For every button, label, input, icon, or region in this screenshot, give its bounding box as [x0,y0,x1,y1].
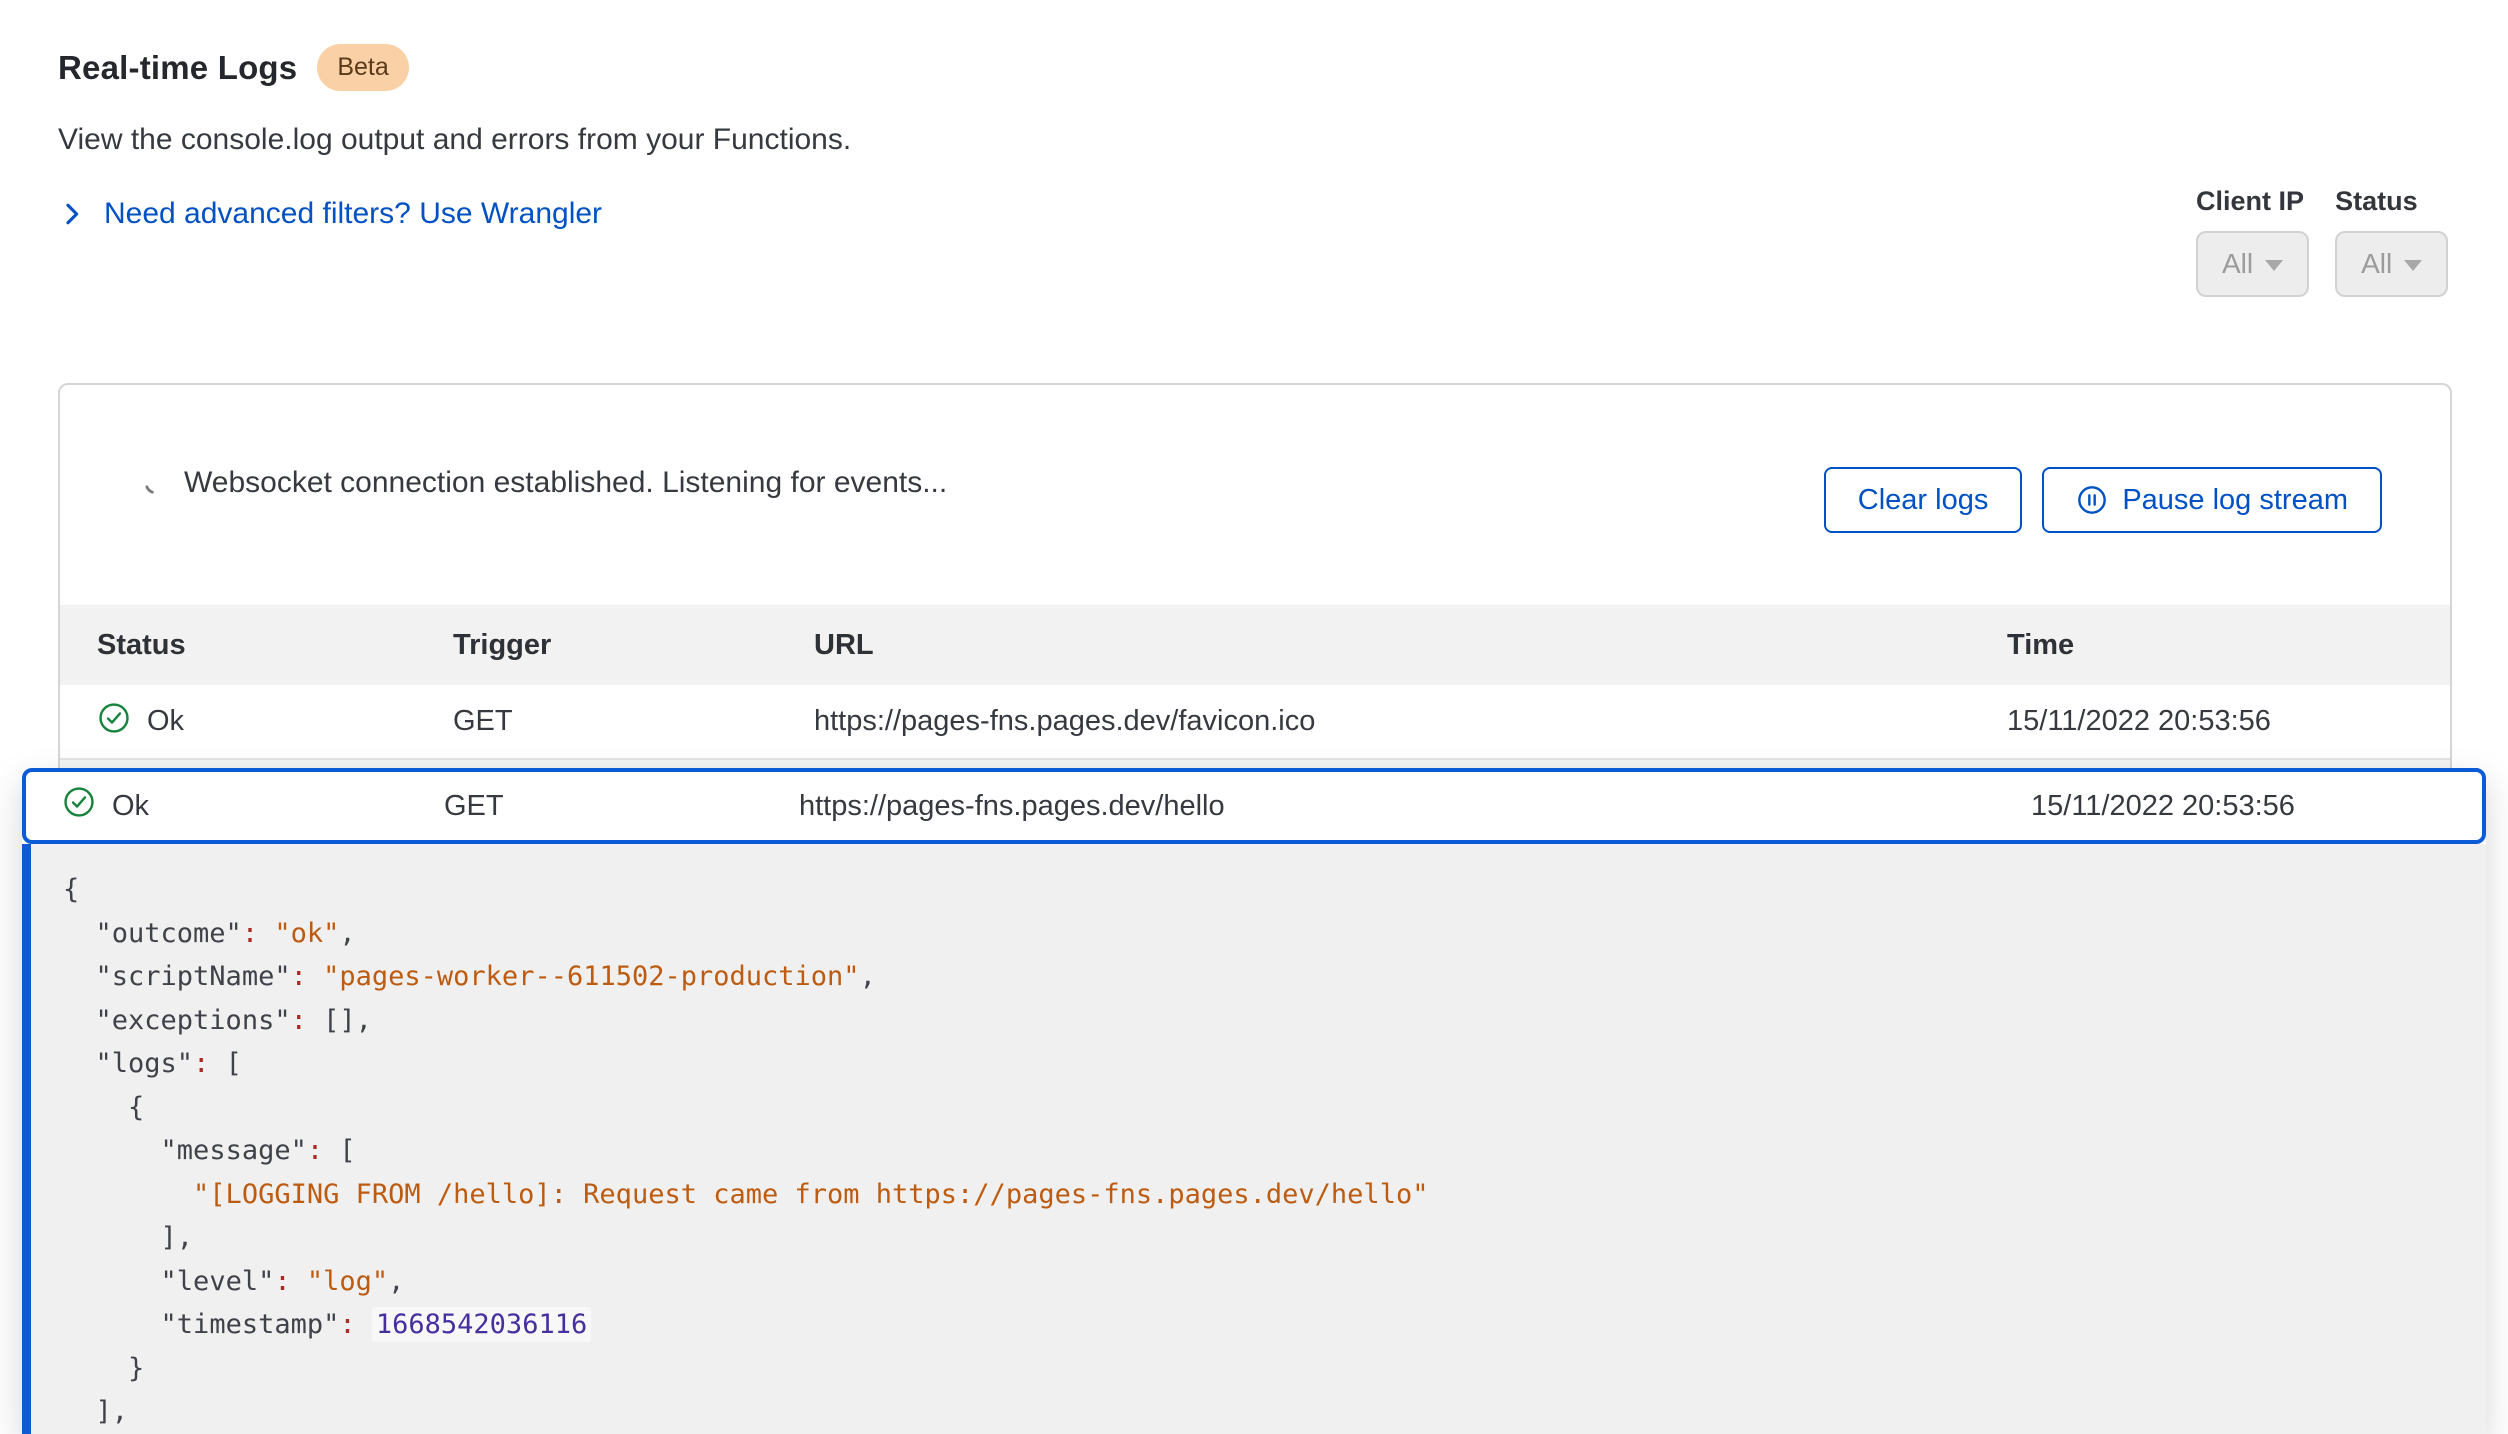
log-table-header: Status Trigger URL Time [60,605,2450,685]
client-ip-value: All [2222,248,2253,280]
code-line: "timestamp": 1668542036116 [63,1303,2486,1347]
time-cell: 15/11/2022 20:53:56 [2031,790,2482,823]
page-title: Real-time Logs [58,49,297,87]
column-status: Status [97,629,453,662]
wrangler-link[interactable]: Need advanced filters? Use Wrangler [104,197,602,231]
check-circle-icon [62,785,96,827]
filters: Client IP All Status All [2196,186,2448,297]
websocket-status-text: Websocket connection established. Listen… [184,466,947,500]
panel-toolbar: Websocket connection established. Listen… [60,385,2450,605]
page-header: Real-time Logs Beta View the console.log… [58,44,851,231]
code-line: "[LOGGING FROM /hello]: Request came fro… [63,1173,2486,1217]
url-cell: https://pages-fns.pages.dev/favicon.ico [814,705,2007,738]
chevron-right-icon [58,200,86,228]
filter-client-ip: Client IP All [2196,186,2309,297]
code-line: "outcome": "ok", [63,912,2486,956]
client-ip-label: Client IP [2196,186,2309,217]
status-text: Ok [147,705,184,738]
time-cell: 15/11/2022 20:53:56 [2007,705,2450,738]
page-subtitle: View the console.log output and errors f… [58,123,851,157]
websocket-status: Websocket connection established. Listen… [142,466,947,500]
column-url: URL [814,629,2007,662]
code-line: "message": [ [63,1129,2486,1173]
pause-log-stream-button[interactable]: Pause log stream [2042,467,2382,533]
expanded-log-entry: Ok GET https://pages-fns.pages.dev/hello… [22,768,2486,1434]
column-time: Time [2007,629,2450,662]
pause-circle-icon [2076,484,2108,516]
beta-badge: Beta [317,44,408,91]
pause-log-stream-label: Pause log stream [2122,484,2348,517]
code-line: "exceptions": [], [63,999,2486,1043]
caret-down-icon [2404,260,2422,271]
status-cell: Ok [97,701,453,743]
code-line: { [63,868,2486,912]
status-select[interactable]: All [2335,231,2448,297]
caret-down-icon [2265,260,2283,271]
check-circle-icon [97,701,131,743]
code-line: ], [63,1216,2486,1260]
code-line: "scriptName": "pages-worker--611502-prod… [63,955,2486,999]
expanded-log-body: { "outcome": "ok", "scriptName": "pages-… [22,844,2486,1434]
wrangler-link-row[interactable]: Need advanced filters? Use Wrangler [58,197,851,231]
status-cell: Ok [62,785,444,827]
status-label: Status [2335,186,2448,217]
table-row-expanded[interactable]: Ok GET https://pages-fns.pages.dev/hello… [22,768,2486,844]
json-log-code: { "outcome": "ok", "scriptName": "pages-… [63,868,2486,1434]
code-line: "level": "log", [63,1260,2486,1304]
code-line: "logs": [ [63,1042,2486,1086]
table-row[interactable]: Ok GET https://pages-fns.pages.dev/favic… [60,685,2450,760]
column-trigger: Trigger [453,629,814,662]
url-cell: https://pages-fns.pages.dev/hello [799,790,2031,823]
client-ip-select[interactable]: All [2196,231,2309,297]
clear-logs-button[interactable]: Clear logs [1824,467,2023,533]
spinner-icon [142,470,168,496]
status-value: All [2361,248,2392,280]
code-line: { [63,1086,2486,1130]
status-text: Ok [112,790,149,823]
code-line: ], [63,1390,2486,1434]
trigger-cell: GET [444,790,799,823]
clear-logs-label: Clear logs [1858,484,1989,517]
filter-status: Status All [2335,186,2448,297]
code-line: } [63,1347,2486,1391]
trigger-cell: GET [453,705,814,738]
